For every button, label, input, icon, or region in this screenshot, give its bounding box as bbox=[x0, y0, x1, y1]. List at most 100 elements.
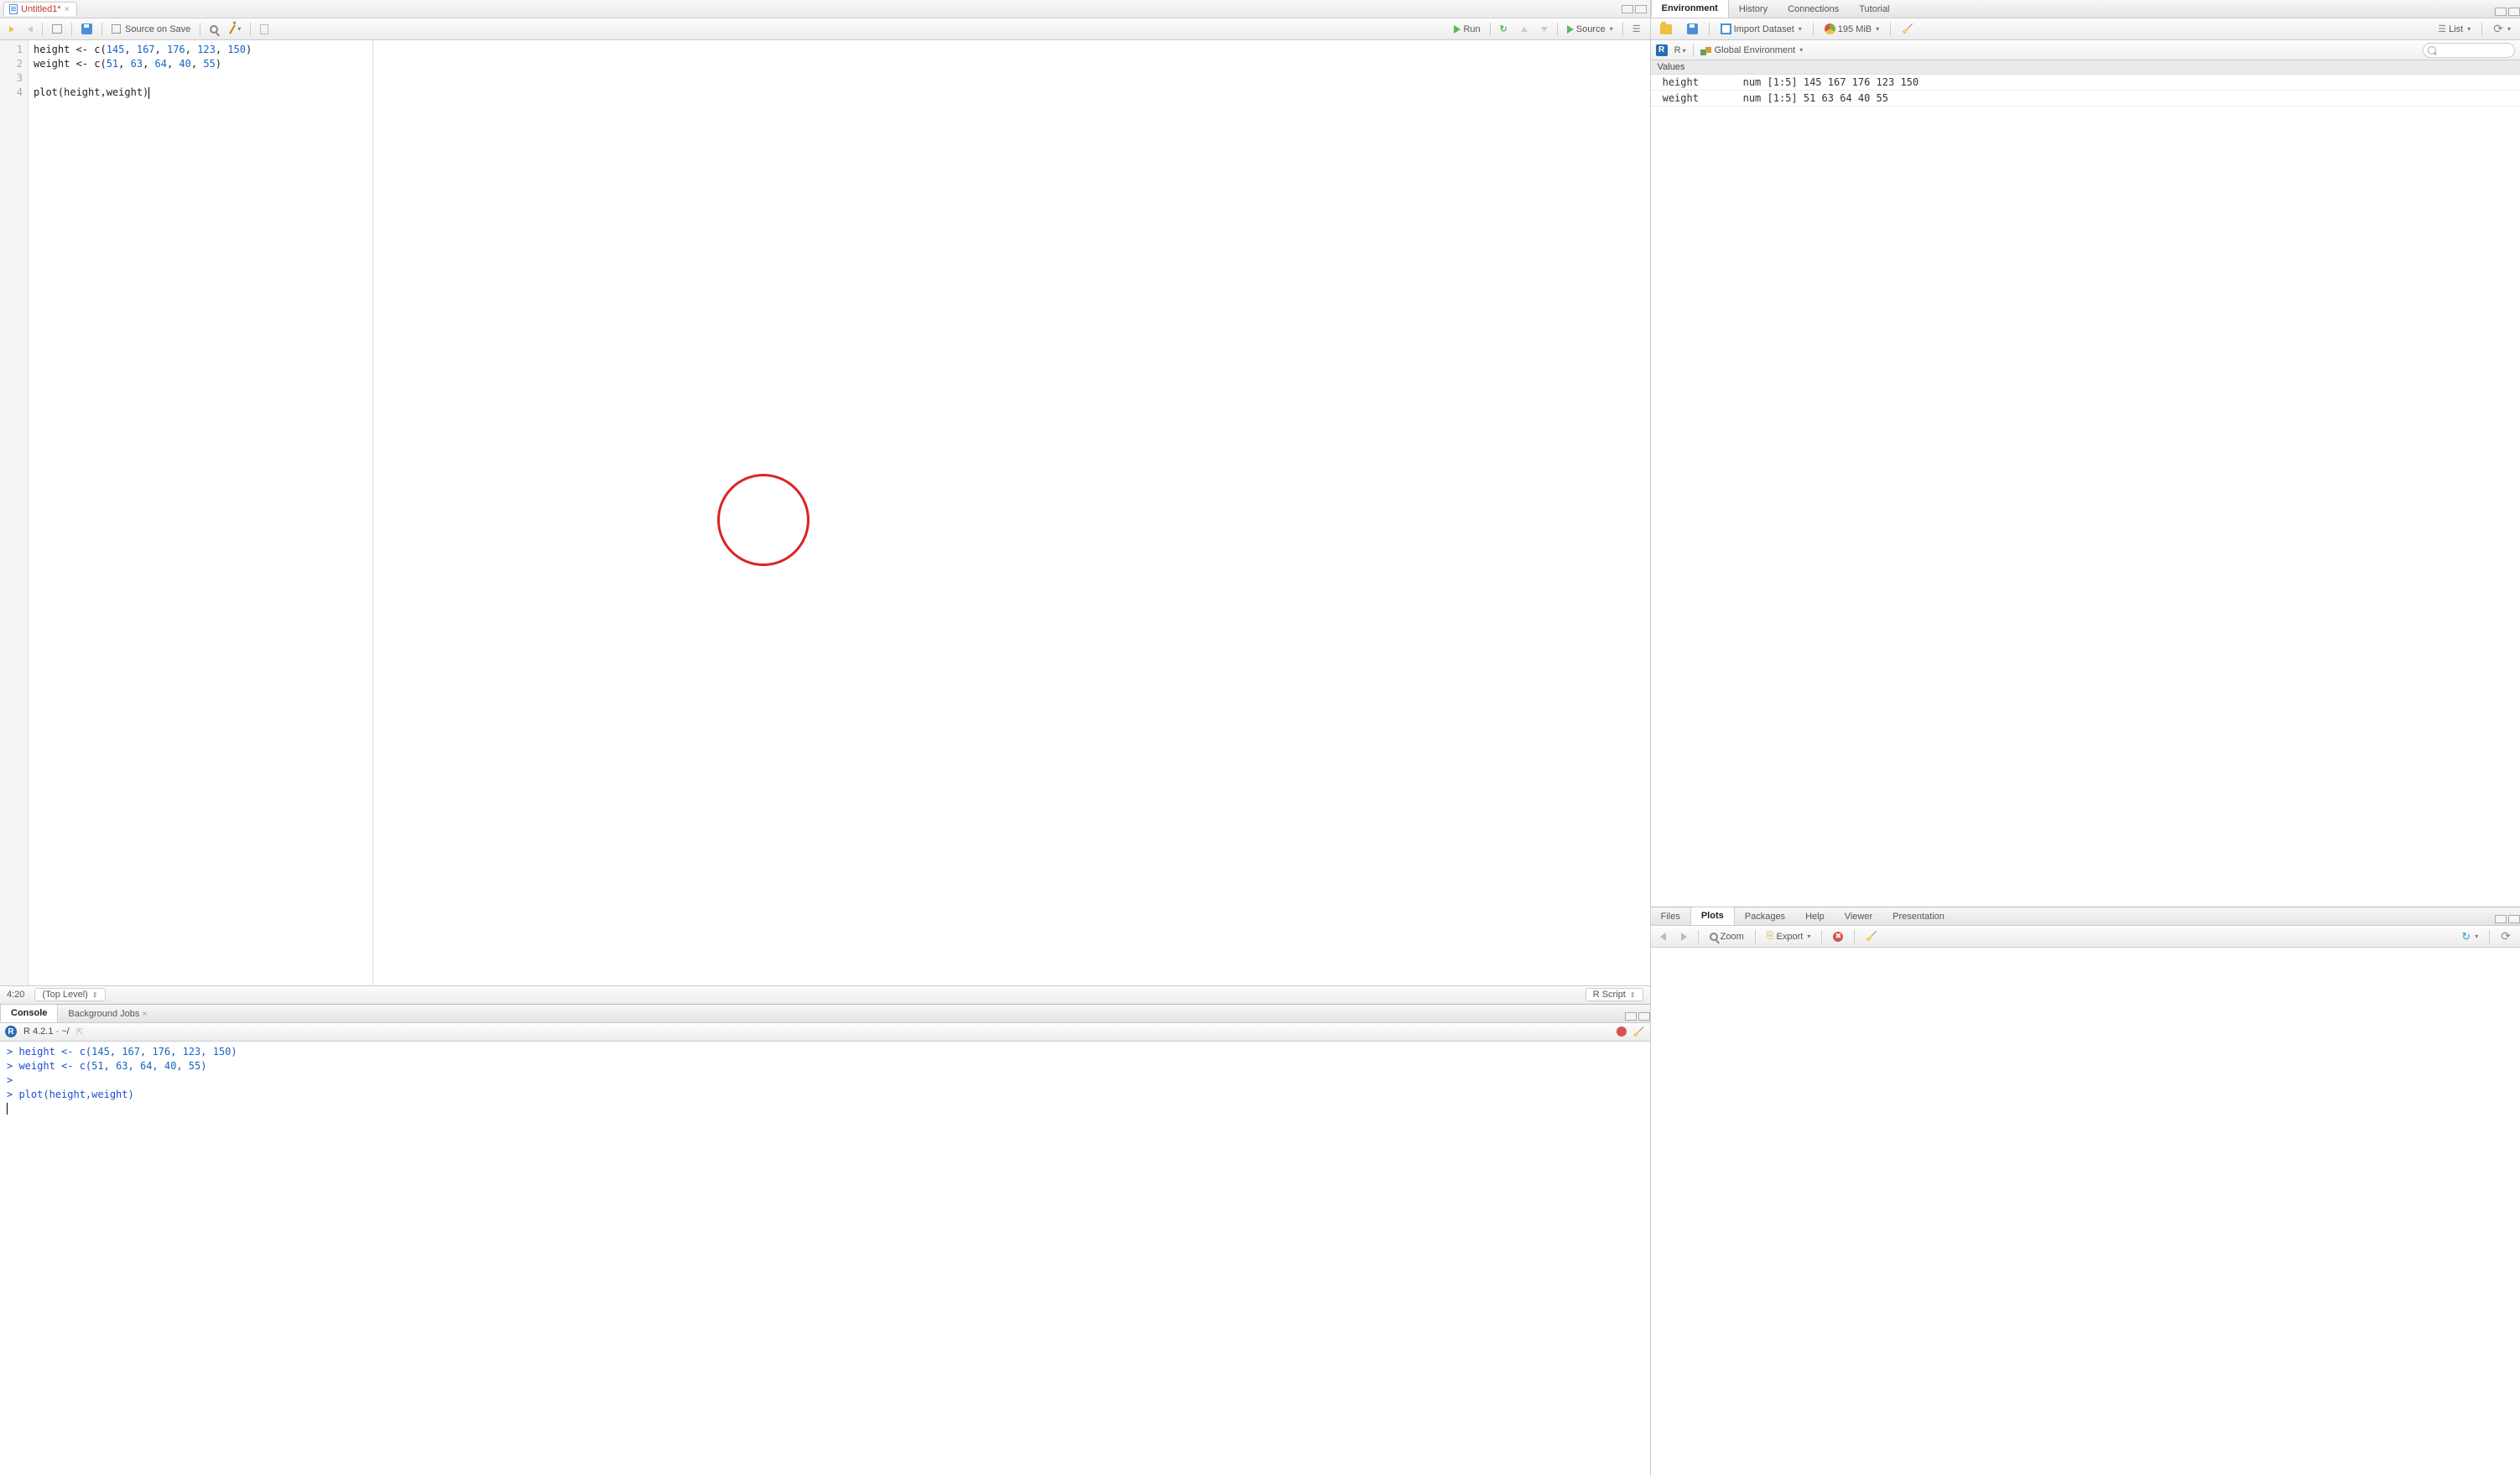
arrow-left-icon bbox=[9, 26, 14, 33]
tab-console[interactable]: Console bbox=[0, 1004, 58, 1022]
environment-pane: Environment History Connections Tutorial… bbox=[1651, 0, 2520, 907]
minimize-icon[interactable] bbox=[2495, 915, 2507, 923]
source-run-icon bbox=[1567, 25, 1574, 34]
plot-next-button[interactable] bbox=[1677, 931, 1691, 943]
source-tab-title: Untitled1* bbox=[21, 4, 61, 14]
save-workspace-button[interactable] bbox=[1683, 22, 1702, 36]
tab-connections[interactable]: Connections bbox=[1778, 1, 1849, 18]
refresh-env-button[interactable]: ▾ bbox=[2489, 20, 2515, 38]
refresh-icon bbox=[2493, 22, 2503, 36]
console-output[interactable]: > height <- c(145, 167, 176, 123, 150)> … bbox=[0, 1042, 1650, 1476]
list-icon bbox=[2438, 23, 2446, 34]
code-editor[interactable]: 1234 height <- c(145, 167, 176, 123, 150… bbox=[0, 40, 1650, 985]
tab-files[interactable]: Files bbox=[1651, 908, 1690, 925]
env-row[interactable]: weightnum [1:5] 51 63 64 40 55 bbox=[1651, 91, 2520, 107]
save-icon bbox=[1687, 23, 1698, 34]
source-window-controls bbox=[1622, 5, 1647, 13]
maximize-icon[interactable] bbox=[1635, 5, 1647, 13]
minimize-icon[interactable] bbox=[1625, 1012, 1637, 1021]
publish-icon: ↻ bbox=[2461, 930, 2471, 943]
console-pane: Console Background Jobs × R R 4.2.1 · ~/… bbox=[0, 1004, 1650, 1476]
tab-history[interactable]: History bbox=[1729, 1, 1778, 18]
import-dataset-button[interactable]: Import Dataset▾ bbox=[1716, 22, 1806, 36]
publish-button[interactable]: ↻▾ bbox=[2457, 928, 2482, 945]
source-tab[interactable]: Untitled1* × bbox=[3, 2, 77, 16]
tab-environment[interactable]: Environment bbox=[1651, 0, 1729, 18]
remove-plot-button[interactable]: ✖ bbox=[1829, 930, 1847, 943]
zoom-button[interactable]: Zoom bbox=[1705, 930, 1748, 943]
save-icon bbox=[81, 23, 92, 34]
maximize-icon[interactable] bbox=[1638, 1012, 1650, 1021]
memory-usage-button[interactable]: 195 MiB▾ bbox=[1820, 22, 1883, 36]
language-selector[interactable]: R Script ⇕ bbox=[1585, 988, 1643, 1001]
plot-area bbox=[1651, 948, 2520, 1476]
go-next-section-button[interactable] bbox=[1537, 25, 1552, 34]
export-button[interactable]: ⎘ Export▾ bbox=[1762, 929, 1815, 943]
close-icon[interactable]: × bbox=[142, 1010, 147, 1019]
arrow-right-icon bbox=[28, 26, 33, 33]
popout-icon[interactable]: ⇱ bbox=[76, 1026, 84, 1037]
tab-packages[interactable]: Packages bbox=[1735, 908, 1795, 925]
tab-plots[interactable]: Plots bbox=[1690, 907, 1735, 925]
forward-button[interactable] bbox=[23, 24, 37, 34]
run-button[interactable]: Run bbox=[1450, 23, 1484, 36]
env-search-input[interactable] bbox=[2423, 43, 2515, 58]
load-workspace-button[interactable] bbox=[1656, 23, 1676, 36]
minimize-icon[interactable] bbox=[2495, 8, 2507, 16]
search-icon bbox=[210, 25, 218, 34]
outline-icon bbox=[1632, 23, 1641, 34]
source-on-save-checkbox[interactable]: Source on Save bbox=[107, 23, 195, 36]
tab-background-jobs[interactable]: Background Jobs × bbox=[58, 1006, 157, 1022]
tab-presentation[interactable]: Presentation bbox=[1882, 908, 1955, 925]
env-section-header: Values bbox=[1651, 60, 2520, 75]
tab-viewer[interactable]: Viewer bbox=[1835, 908, 1882, 925]
clear-plots-button[interactable]: 🧹 bbox=[1861, 929, 1882, 943]
close-tab-icon[interactable]: × bbox=[65, 5, 70, 14]
interrupt-button[interactable] bbox=[1617, 1026, 1627, 1037]
margin-ruler bbox=[372, 40, 373, 985]
cursor-position: 4:20 bbox=[7, 990, 24, 1000]
folder-open-icon bbox=[1660, 24, 1672, 34]
scope-selector[interactable]: (Top Level) ⇕ bbox=[34, 988, 105, 1001]
rscript-doc-icon bbox=[9, 4, 18, 14]
go-prev-section-button[interactable] bbox=[1517, 25, 1532, 34]
find-button[interactable] bbox=[206, 23, 222, 35]
popout-icon bbox=[52, 24, 62, 34]
show-in-new-window-button[interactable] bbox=[48, 23, 66, 35]
maximize-icon[interactable] bbox=[2508, 8, 2520, 16]
outline-button[interactable] bbox=[1628, 22, 1645, 36]
env-row[interactable]: heightnum [1:5] 145 167 176 123 150 bbox=[1651, 75, 2520, 91]
cubes-icon bbox=[1700, 44, 1712, 56]
environment-scope[interactable]: Global Environment▾ bbox=[1700, 44, 1804, 56]
source-pane: Untitled1* × Source on Save ▾ bbox=[0, 0, 1650, 1004]
pie-icon bbox=[1825, 23, 1835, 34]
back-button[interactable] bbox=[5, 24, 18, 34]
plots-pane: Files Plots Packages Help Viewer Present… bbox=[1651, 907, 2520, 1476]
language-scope[interactable]: R▾ bbox=[1674, 45, 1686, 55]
zoom-icon bbox=[1710, 933, 1718, 941]
clear-console-button[interactable]: 🧹 bbox=[1633, 1026, 1645, 1037]
code-area[interactable]: height <- c(145, 167, 176, 123, 150)weig… bbox=[29, 40, 1650, 985]
tab-help[interactable]: Help bbox=[1795, 908, 1835, 925]
chevron-down-icon bbox=[1541, 27, 1548, 32]
run-icon bbox=[1454, 25, 1460, 34]
rerun-button[interactable]: ↻ bbox=[1496, 22, 1512, 36]
refresh-plot-button[interactable] bbox=[2497, 928, 2515, 945]
clear-env-button[interactable]: 🧹 bbox=[1898, 22, 1918, 36]
source-button[interactable]: Source▾ bbox=[1563, 23, 1617, 36]
maximize-icon[interactable] bbox=[2508, 915, 2520, 923]
view-mode-button[interactable]: List▾ bbox=[2434, 22, 2475, 36]
grid-icon bbox=[1721, 23, 1731, 34]
code-tools-button[interactable]: ▾ bbox=[227, 23, 245, 36]
compile-report-button[interactable] bbox=[256, 23, 273, 36]
notebook-icon bbox=[260, 24, 268, 34]
wand-icon bbox=[229, 24, 236, 34]
save-button[interactable] bbox=[77, 22, 96, 36]
minimize-icon[interactable] bbox=[1622, 5, 1633, 13]
arrow-right-icon bbox=[1681, 933, 1687, 941]
r-scope-icon: R bbox=[1656, 44, 1668, 56]
plot-prev-button[interactable] bbox=[1656, 931, 1670, 943]
r-logo-icon: R bbox=[5, 1026, 17, 1037]
tab-tutorial[interactable]: Tutorial bbox=[1849, 1, 1899, 18]
line-gutter: 1234 bbox=[0, 40, 29, 985]
